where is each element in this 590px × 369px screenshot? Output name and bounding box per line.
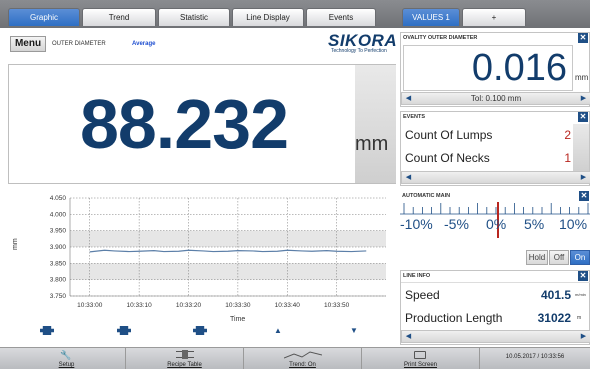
events-side-bar [573, 124, 589, 172]
on-button[interactable]: On [570, 250, 590, 265]
x-tick-label: 10:33:00 [77, 302, 103, 309]
scroll-down-icon[interactable]: ▼ [350, 326, 358, 335]
trend-chart: 3.750 3.800 3.850 3.900 3.950 4.000 4.050 10:3… [8, 190, 396, 342]
tab-graphic[interactable]: Graphic [8, 8, 80, 26]
printer-icon [414, 351, 426, 359]
series-line-group [89, 249, 367, 253]
gauge-scale [400, 203, 590, 215]
main-unit: mm [355, 133, 389, 155]
right-arrow-icon[interactable]: ▶ [577, 172, 590, 183]
speed-value: 401.5 [540, 288, 571, 302]
x-axis-label: Time [230, 316, 245, 323]
tab-statistic[interactable]: Statistic [158, 8, 230, 26]
unit-column [355, 65, 396, 183]
y-axis-label: mm [12, 238, 19, 250]
gauge-label: 5% [524, 216, 545, 232]
right-arrow-icon[interactable]: ▶ [577, 331, 590, 342]
tab-trend[interactable]: Trend [82, 8, 156, 26]
setup-button[interactable]: 🔧 Setup [8, 348, 126, 369]
production-length-value: 31022 [537, 311, 571, 325]
tab-events[interactable]: Events [306, 8, 376, 26]
recipe-table-label: Recipe Table [167, 362, 202, 368]
gauge-label: 10% [559, 216, 588, 232]
speed-label: Speed [405, 288, 440, 302]
close-icon[interactable]: ✕ [578, 271, 588, 281]
chart-band [70, 263, 386, 280]
gauge-label: 0% [486, 216, 507, 232]
x-tick-label: 10:33:20 [176, 302, 202, 309]
main-value-panel: 88.232 [8, 64, 396, 184]
print-screen-button[interactable]: Print Screen [362, 348, 480, 369]
tab-add[interactable]: + [462, 8, 526, 26]
top-tab-bar: Graphic Trend Statistic Line Display Eve… [0, 0, 590, 28]
y-tick-label: 4.000 [50, 211, 67, 218]
main-value: 88.232 [79, 85, 289, 163]
datetime-display: 10.05.2017 / 10:33:56 [505, 354, 565, 360]
x-tick-label: 10:33:50 [324, 302, 350, 309]
speed-unit: m/min [575, 292, 586, 297]
tab-line-display[interactable]: Line Display [232, 8, 304, 26]
measure-label: OUTER DIAMETER [52, 41, 106, 47]
trend-button[interactable]: Trend: On [244, 348, 362, 369]
series-line [89, 249, 367, 253]
scroll-up-icon[interactable]: ▲ [274, 326, 282, 335]
x-tick-labels: 10:33:00 10:33:10 10:33:20 10:33:30 10:33:40… [77, 302, 350, 309]
recipe-table-button[interactable]: Recipe Table [126, 348, 244, 369]
left-arrow-icon[interactable]: ◀ [402, 331, 415, 342]
x-tick-label: 10:33:30 [225, 302, 251, 309]
events-title: EVENTS [403, 114, 426, 120]
mode-label[interactable]: Average [132, 41, 155, 47]
hold-button[interactable]: Hold [526, 250, 548, 265]
ovality-nav: ◀ Tol: 0.100 mm ▶ [401, 92, 590, 105]
gauge-label: -10% [400, 216, 433, 232]
ovality-panel: OVALITY OUTER DIAMETER ✕ 0.016 mm ◀ Tol:… [400, 32, 590, 107]
y-tick-label: 3.750 [50, 293, 67, 300]
y-tick-labels: 3.750 3.800 3.850 3.900 3.950 4.000 4.050 [50, 195, 67, 300]
line-info-panel: LINE INFO ✕ Speed 401.5 m/min Production… [400, 270, 590, 345]
trend-label: Trend: On [289, 362, 316, 368]
line-info-nav: ◀ ▶ [401, 330, 590, 343]
production-length-label: Production Length [405, 311, 503, 325]
event-label-lumps: Count Of Lumps [405, 128, 493, 142]
table-icon [176, 350, 194, 359]
event-label-necks: Count Of Necks [405, 151, 490, 165]
x-tick-label: 10:33:10 [126, 302, 152, 309]
tolerance-bands [70, 230, 386, 280]
production-length-unit: m [577, 315, 582, 321]
close-icon[interactable]: ✕ [578, 112, 588, 122]
chart-band [70, 230, 386, 247]
left-arrow-icon[interactable]: ◀ [402, 93, 415, 104]
y-tick-label: 3.900 [50, 244, 67, 251]
ovality-title: OVALITY OUTER DIAMETER [403, 35, 478, 41]
menu-button[interactable]: Menu [10, 36, 46, 52]
x-tick-label: 10:33:40 [275, 302, 301, 309]
close-icon[interactable]: ✕ [578, 33, 588, 43]
y-tick-label: 3.950 [50, 228, 67, 235]
print-screen-label: Print Screen [403, 362, 437, 368]
gauge-ticks [403, 203, 589, 214]
ovality-value: 0.016 [471, 47, 567, 89]
off-button[interactable]: Off [549, 250, 569, 265]
gauge-label: -5% [444, 216, 469, 232]
trend-icon [284, 351, 322, 359]
automatic-main-title: AUTOMATIC MAIN [402, 193, 451, 199]
right-arrow-icon[interactable]: ▶ [577, 93, 590, 104]
tab-values-1[interactable]: VALUES 1 [402, 8, 460, 26]
left-arrow-icon[interactable]: ◀ [402, 172, 415, 183]
setup-label: Setup [58, 362, 75, 368]
tolerance-label: Tol: 0.100 mm [470, 94, 522, 103]
wrench-icon: 🔧 [60, 350, 72, 360]
event-value-necks: 1 [564, 151, 571, 165]
trend-chart-svg: 3.750 3.800 3.850 3.900 3.950 4.000 4.050 10:3… [12, 195, 386, 323]
events-panel: EVENTS ✕ Count Of Lumps 2 Count Of Necks… [400, 111, 590, 186]
events-nav: ◀ ▶ [401, 171, 590, 184]
line-info-title: LINE INFO [403, 273, 431, 279]
y-tick-label: 4.050 [50, 195, 67, 202]
y-tick-label: 3.850 [50, 260, 67, 267]
event-value-lumps: 2 [564, 128, 571, 142]
bottom-toolbar: 🔧 Setup Recipe Table Trend: On Print Scr… [0, 347, 590, 369]
y-tick-label: 3.800 [50, 277, 67, 284]
brand-tagline: Technology To Perfection [331, 48, 387, 54]
ovality-unit: mm [575, 73, 589, 82]
